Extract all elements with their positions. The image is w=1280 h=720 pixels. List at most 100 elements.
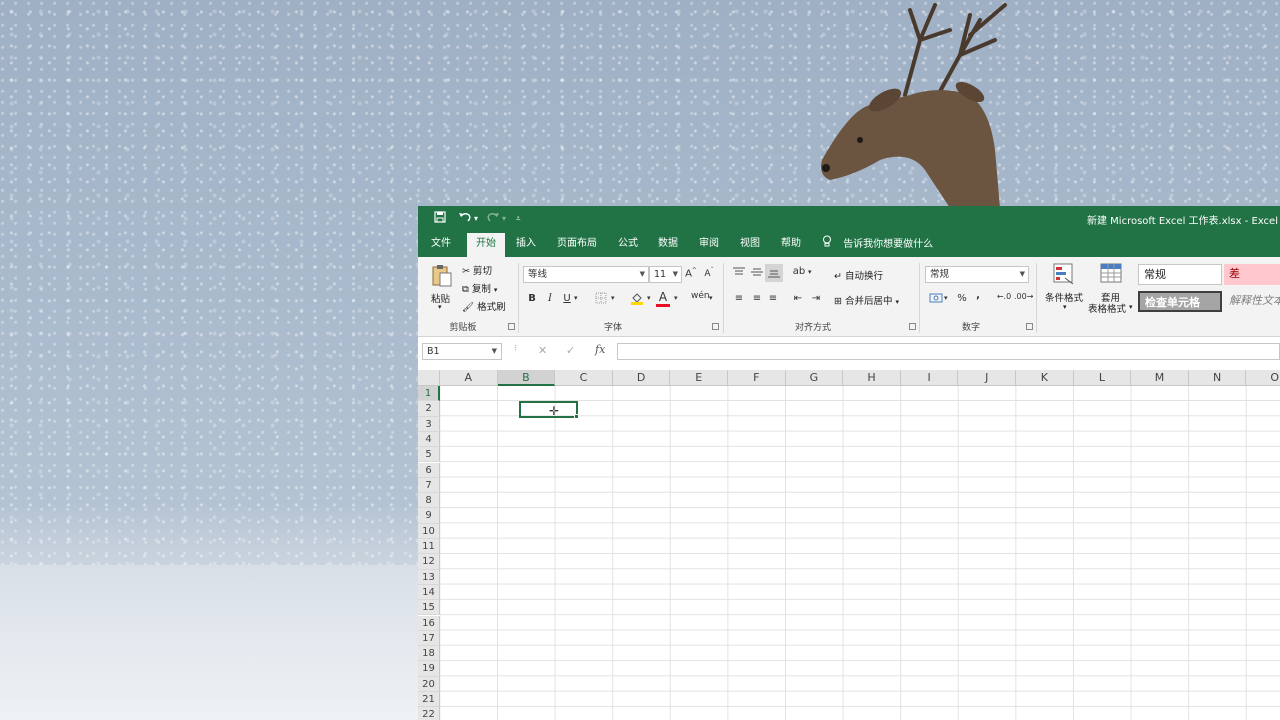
row-header-20[interactable]: 20 xyxy=(418,676,440,692)
cancel-icon[interactable]: ✕ xyxy=(538,344,547,357)
fill-color-icon[interactable] xyxy=(630,291,644,308)
merge-center-button[interactable]: ⊞ 合并后居中 ▾ xyxy=(834,293,899,307)
column-header-o[interactable]: O xyxy=(1246,370,1280,386)
currency-dropdown-icon[interactable]: ▾ xyxy=(944,294,948,302)
percent-button[interactable]: % xyxy=(956,293,968,304)
style-bad[interactable]: 差 xyxy=(1224,264,1280,285)
row-header-12[interactable]: 12 xyxy=(418,554,440,570)
underline-button[interactable]: U xyxy=(561,293,573,304)
column-header-c[interactable]: C xyxy=(555,370,613,386)
save-icon[interactable] xyxy=(434,211,446,227)
column-header-a[interactable]: A xyxy=(440,370,498,386)
formula-input[interactable] xyxy=(617,343,1280,360)
redo-dropdown-icon[interactable]: ▾ xyxy=(502,211,506,227)
column-header-l[interactable]: L xyxy=(1073,370,1132,386)
align-middle-icon[interactable] xyxy=(750,267,764,280)
tab-home[interactable]: 开始 xyxy=(467,233,505,257)
column-header-i[interactable]: I xyxy=(900,370,959,386)
column-header-e[interactable]: E xyxy=(670,370,728,386)
undo-icon[interactable] xyxy=(458,211,472,227)
align-center-icon[interactable]: ≡ xyxy=(750,293,764,304)
format-as-table-label-2[interactable]: 表格格式 xyxy=(1088,301,1126,315)
tab-insert[interactable]: 插入 xyxy=(507,233,545,257)
undo-dropdown-icon[interactable]: ▾ xyxy=(474,211,478,227)
row-header-3[interactable]: 3 xyxy=(418,416,440,432)
format-as-table-dropdown-icon[interactable]: ▾ xyxy=(1129,303,1133,311)
copy-button[interactable]: ⧉ 复制 ▾ xyxy=(462,281,497,295)
column-header-d[interactable]: D xyxy=(612,370,671,386)
column-header-j[interactable]: J xyxy=(958,370,1016,386)
fill-handle[interactable] xyxy=(574,414,579,419)
align-left-icon[interactable]: ≡ xyxy=(732,293,746,304)
paste-icon[interactable] xyxy=(430,263,454,287)
enter-icon[interactable]: ✓ xyxy=(566,344,575,357)
cut-button[interactable]: ✂ 剪切 xyxy=(462,263,492,277)
shrink-font-icon[interactable]: Aˇ xyxy=(703,267,715,279)
borders-dropdown-icon[interactable]: ▾ xyxy=(611,294,615,302)
currency-icon[interactable] xyxy=(928,292,944,307)
clipboard-launcher-icon[interactable] xyxy=(508,323,515,330)
column-header-h[interactable]: H xyxy=(843,370,901,386)
customize-qat-icon[interactable]: ⩡ xyxy=(516,211,521,227)
cells-area[interactable]: ✛ xyxy=(440,386,1280,720)
wrap-text-button[interactable]: ↵ 自动换行 xyxy=(834,268,883,282)
align-top-icon[interactable] xyxy=(732,267,746,280)
row-header-5[interactable]: 5 xyxy=(418,447,440,463)
row-header-15[interactable]: 15 xyxy=(418,600,440,616)
decrease-indent-icon[interactable]: ⇤ xyxy=(791,293,805,304)
row-header-21[interactable]: 21 xyxy=(418,692,440,708)
bold-button[interactable]: B xyxy=(526,293,538,304)
style-explanatory[interactable]: 解释性文本 xyxy=(1224,291,1280,312)
row-header-7[interactable]: 7 xyxy=(418,477,440,494)
row-header-8[interactable]: 8 xyxy=(418,493,440,509)
conditional-format-button[interactable]: 条件格式 xyxy=(1045,290,1083,304)
tab-review[interactable]: 审阅 xyxy=(690,233,728,257)
row-header-19[interactable]: 19 xyxy=(418,661,440,677)
tell-me-search[interactable]: 告诉我你想要做什么 xyxy=(822,233,933,257)
format-painter-button[interactable]: 🖌 格式刷 xyxy=(462,299,506,313)
row-header-18[interactable]: 18 xyxy=(418,646,440,662)
row-header-22[interactable]: 22 xyxy=(418,707,440,720)
row-header-4[interactable]: 4 xyxy=(418,431,440,448)
tab-page-layout[interactable]: 页面布局 xyxy=(547,233,607,257)
font-name-select[interactable]: 等线 ▼ xyxy=(523,266,649,283)
row-header-6[interactable]: 6 xyxy=(418,462,440,478)
row-header-17[interactable]: 17 xyxy=(418,630,440,647)
conditional-format-icon[interactable] xyxy=(1052,263,1076,288)
style-normal[interactable]: 常规 xyxy=(1138,264,1222,285)
align-right-icon[interactable]: ≡ xyxy=(766,293,780,304)
comma-button[interactable]: , xyxy=(974,290,982,301)
font-size-select[interactable]: 11 ▼ xyxy=(649,266,682,283)
style-check-cell[interactable]: 检查单元格 xyxy=(1138,291,1222,312)
name-box[interactable]: B1 ▼ xyxy=(422,343,502,360)
increase-indent-icon[interactable]: ⇥ xyxy=(809,293,823,304)
italic-button[interactable]: I xyxy=(544,293,556,304)
row-header-9[interactable]: 9 xyxy=(418,508,440,524)
column-header-g[interactable]: G xyxy=(785,370,844,386)
conditional-format-dropdown-icon[interactable]: ▾ xyxy=(1063,303,1067,311)
paste-dropdown-icon[interactable]: ▾ xyxy=(438,303,442,311)
number-launcher-icon[interactable] xyxy=(1026,323,1033,330)
redo-icon[interactable] xyxy=(486,211,500,227)
tab-help[interactable]: 帮助 xyxy=(772,233,810,257)
fill-color-dropdown-icon[interactable]: ▾ xyxy=(647,294,651,302)
font-launcher-icon[interactable] xyxy=(712,323,719,330)
column-header-f[interactable]: F xyxy=(728,370,786,386)
row-header-13[interactable]: 13 xyxy=(418,569,440,585)
column-header-k[interactable]: K xyxy=(1016,370,1074,386)
row-header-16[interactable]: 16 xyxy=(418,615,440,631)
number-format-select[interactable]: 常规 ▼ xyxy=(925,266,1029,283)
tab-view[interactable]: 视图 xyxy=(731,233,769,257)
align-bottom-icon[interactable] xyxy=(765,264,783,282)
row-header-2[interactable]: 2 xyxy=(418,401,440,417)
grow-font-icon[interactable]: A^ xyxy=(685,267,697,279)
row-header-11[interactable]: 11 xyxy=(418,539,440,555)
select-all-button[interactable] xyxy=(418,370,440,386)
borders-icon[interactable] xyxy=(594,292,608,307)
tab-formulas[interactable]: 公式 xyxy=(609,233,647,257)
orientation-dropdown-icon[interactable]: ▾ xyxy=(808,268,812,276)
alignment-launcher-icon[interactable] xyxy=(909,323,916,330)
column-header-m[interactable]: M xyxy=(1131,370,1189,386)
format-as-table-icon[interactable] xyxy=(1099,263,1123,288)
row-header-14[interactable]: 14 xyxy=(418,584,440,601)
